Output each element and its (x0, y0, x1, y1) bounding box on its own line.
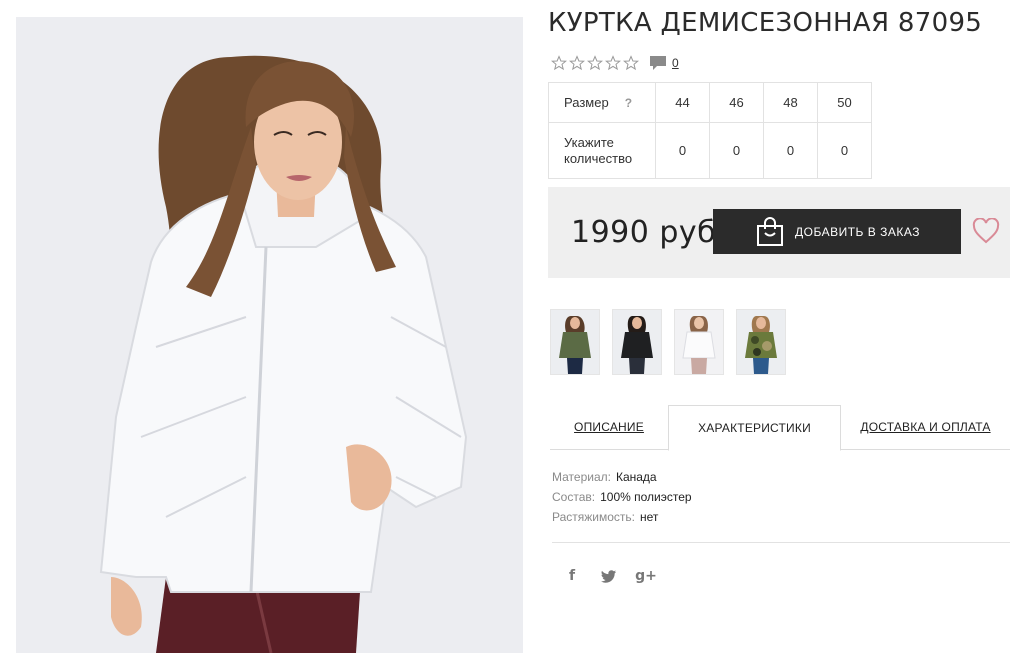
thumbnail-4[interactable] (736, 309, 786, 375)
product-main-photo[interactable] (16, 17, 523, 653)
star-icon[interactable] (551, 55, 567, 71)
spec-row-stretch: Растяжимость: нет (552, 507, 692, 527)
comment-icon[interactable] (649, 55, 667, 72)
googleplus-glyph: g+ (635, 568, 657, 584)
spec-row-material: Материал: Канада (552, 467, 692, 487)
product-photo-illustration (16, 17, 523, 653)
star-icon[interactable] (587, 55, 603, 71)
rating-stars[interactable] (551, 55, 639, 71)
quantity-label: Укажите количество (564, 134, 633, 166)
tab-characteristics-label: ХАРАКТЕРИСТИКИ (698, 421, 811, 435)
size-label-cell: Размер? (548, 82, 656, 123)
thumbnail-2[interactable] (612, 309, 662, 375)
thumbnail-3[interactable] (674, 309, 724, 375)
size-cell-50: 50 (817, 82, 872, 123)
comments-count-link[interactable]: 0 (672, 56, 679, 70)
twitter-icon[interactable] (599, 566, 619, 586)
product-tabs: ОПИСАНИЕ ХАРАКТЕРИСТИКИ ДОСТАВКА И ОПЛАТ… (550, 405, 1010, 451)
size-cell-46: 46 (709, 82, 764, 123)
product-price: 1990 руб (571, 215, 717, 250)
spec-value: 100% полиэстер (600, 490, 692, 504)
thumbnail-image (551, 310, 599, 374)
facebook-icon[interactable]: f (562, 566, 582, 586)
size-table: Размер? 44 46 48 50 Укажите количество 0… (548, 82, 872, 179)
thumbnail-1[interactable] (550, 309, 600, 375)
size-cell-44: 44 (655, 82, 710, 123)
tab-description[interactable]: ОПИСАНИЕ (550, 405, 668, 450)
specs-list: Материал: Канада Состав: 100% полиэстер Ра… (552, 467, 692, 527)
add-to-order-button[interactable]: ДОБАВИТЬ В ЗАКАЗ (713, 209, 961, 254)
price-box: 1990 руб ДОБАВИТЬ В ЗАКАЗ (548, 187, 1010, 278)
spec-key: Растяжимость: (552, 510, 636, 524)
heart-icon[interactable] (972, 218, 1000, 244)
spec-value: Канада (615, 470, 657, 484)
tab-delivery-payment[interactable]: ДОСТАВКА И ОПЛАТА (841, 405, 1010, 450)
quantity-label-cell: Укажите количество (548, 122, 656, 179)
tab-description-label: ОПИСАНИЕ (574, 420, 644, 434)
shopping-bag-icon (757, 216, 783, 246)
googleplus-icon[interactable]: g+ (635, 566, 657, 586)
spec-key: Состав: (552, 490, 596, 504)
rating-row: 0 (551, 53, 679, 73)
quantity-input-50[interactable]: 0 (817, 122, 872, 179)
star-icon[interactable] (569, 55, 585, 71)
tab-characteristics[interactable]: ХАРАКТЕРИСТИКИ (668, 405, 841, 451)
size-help-icon[interactable]: ? (625, 96, 632, 110)
quantity-input-44[interactable]: 0 (655, 122, 710, 179)
size-label: Размер (564, 95, 609, 110)
facebook-glyph: f (568, 568, 576, 584)
size-row: Размер? 44 46 48 50 (548, 82, 872, 123)
spec-row-composition: Состав: 100% полиэстер (552, 487, 692, 507)
add-to-order-label: ДОБАВИТЬ В ЗАКАЗ (795, 224, 920, 239)
twitter-bird-icon (601, 569, 617, 583)
quantity-input-46[interactable]: 0 (709, 122, 764, 179)
star-icon[interactable] (605, 55, 621, 71)
social-share: f g+ (562, 566, 657, 586)
size-cell-48: 48 (763, 82, 818, 123)
star-icon[interactable] (623, 55, 639, 71)
quantity-row: Укажите количество 0 0 0 0 (548, 122, 872, 179)
tab-delivery-payment-label: ДОСТАВКА И ОПЛАТА (860, 420, 991, 434)
section-divider (552, 542, 1010, 543)
spec-key: Материал: (552, 470, 611, 484)
thumbnail-gallery (550, 309, 786, 375)
thumbnail-image (737, 310, 785, 374)
quantity-input-48[interactable]: 0 (763, 122, 818, 179)
thumbnail-image (613, 310, 661, 374)
thumbnail-image (675, 310, 723, 374)
product-title: КУРТКА ДЕМИСЕЗОННАЯ 87095 (548, 8, 983, 38)
spec-value: нет (640, 510, 659, 524)
